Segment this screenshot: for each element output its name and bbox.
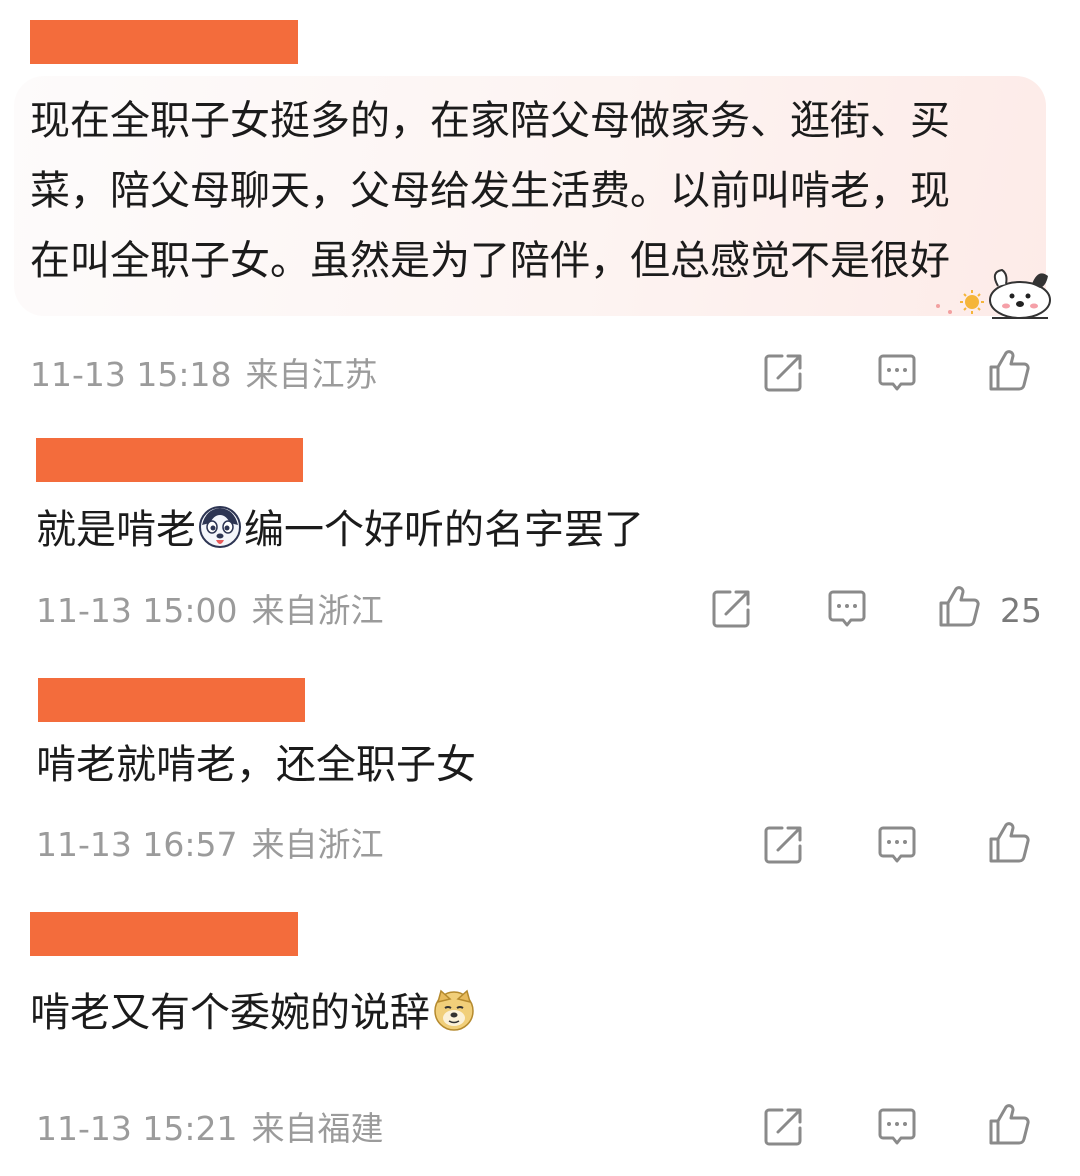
redacted-username [30, 912, 298, 956]
puppy-sticker [928, 262, 1058, 322]
husky-emoji [198, 505, 242, 549]
comment-text: 啃老就啃老，还全职子女 [36, 742, 476, 788]
comment-location: 来自浙江 [251, 591, 384, 630]
comment-text-before: 就是啃老 [36, 507, 196, 553]
doge-emoji [432, 988, 476, 1032]
comment-time: 11-13 16:57 [36, 825, 238, 864]
comment-location: 来自福建 [251, 1109, 384, 1148]
comment-icon[interactable] [874, 822, 920, 868]
thumbs-up-icon[interactable] [986, 348, 1032, 394]
thumbs-up-icon[interactable] [986, 1102, 1032, 1148]
comment-text: 就是啃老 编一个好听的名字罢了 [36, 495, 644, 565]
comment-meta: 11-13 15:21 来自福建 [36, 1104, 383, 1154]
thumbs-up-icon[interactable] [986, 820, 1032, 866]
comment-icon[interactable] [824, 586, 870, 632]
comment-text: 啃老又有个委婉的说辞 [30, 978, 478, 1048]
comment-text-line: 在叫全职子女。虽然是为了陪伴，但总感觉不是很好 [30, 238, 950, 284]
comment-time: 11-13 15:00 [36, 591, 238, 630]
share-icon[interactable] [760, 350, 806, 396]
comment-icon[interactable] [874, 1104, 920, 1150]
like-count: 25 [1000, 591, 1042, 630]
share-icon[interactable] [760, 1104, 806, 1150]
comment-text-main: 啃老又有个委婉的说辞 [30, 990, 430, 1036]
redacted-username [30, 20, 298, 64]
comment-icon[interactable] [874, 350, 920, 396]
redacted-username [36, 438, 303, 482]
redacted-username [38, 678, 305, 722]
comment-time: 11-13 15:18 [30, 355, 232, 394]
comment-location: 来自江苏 [245, 355, 378, 394]
share-icon[interactable] [760, 822, 806, 868]
comment-meta: 11-13 15:00 来自浙江 [36, 586, 383, 636]
comment-location: 来自浙江 [251, 825, 384, 864]
thumbs-up-icon[interactable] [936, 584, 982, 630]
comment-meta: 11-13 15:18 来自江苏 [30, 350, 377, 400]
share-icon[interactable] [708, 586, 754, 632]
comment-text-line: 现在全职子女挺多的，在家陪父母做家务、逛街、买 [30, 98, 950, 144]
comment-text-after: 编一个好听的名字罢了 [244, 507, 644, 553]
comment-meta: 11-13 16:57 来自浙江 [36, 820, 383, 870]
comment-time: 11-13 15:21 [36, 1109, 238, 1148]
comment-text-line: 菜，陪父母聊天，父母给发生活费。以前叫啃老，现 [30, 168, 950, 214]
